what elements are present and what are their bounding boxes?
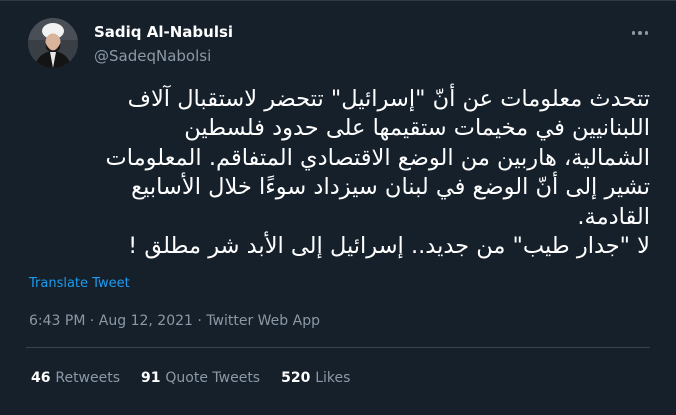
author-avatar[interactable] xyxy=(28,18,78,68)
tweet-text-line: تشير إلى أنّ الوضع في لبنان سيزداد سوءًا… xyxy=(131,174,650,201)
tweet-text-line: الشمالية، هاربين من الوضع الاقتصادي المت… xyxy=(105,144,650,171)
dot xyxy=(638,31,642,35)
likes-count: 520 xyxy=(281,370,316,386)
meta-separator: · xyxy=(197,313,207,329)
tweet-text-line: اللبنانيين في مخيمات ستقيمها على حدود فل… xyxy=(184,115,650,142)
retweets-label: Retweets xyxy=(55,370,121,386)
tweet-time[interactable]: 6:43 PM xyxy=(29,313,85,329)
retweets-stat[interactable]: 46 Retweets xyxy=(31,368,120,388)
tweet-card: Sadiq Al-Nabulsi @SadeqNabolsi تتحدث معل… xyxy=(0,0,676,415)
tweet-meta: 6:43 PM · Aug 12, 2021 · Twitter Web App xyxy=(29,311,320,331)
dot xyxy=(644,31,649,35)
tweet-stats: 46 Retweets 91 Quote Tweets 520 Likes xyxy=(31,368,371,388)
more-options-icon[interactable] xyxy=(630,23,650,43)
likes-stat[interactable]: 520 Likes xyxy=(281,368,350,388)
quote-tweets-stat[interactable]: 91 Quote Tweets xyxy=(141,368,260,388)
tweet-text-line: لا "جدار طيب" من جديد.. إسرائيل إلى الأب… xyxy=(128,233,650,260)
profile-photo-icon xyxy=(28,18,78,68)
quote-tweets-count: 91 xyxy=(141,370,166,386)
retweets-count: 46 xyxy=(31,370,56,386)
tweet-date[interactable]: Aug 12, 2021 xyxy=(99,313,193,329)
tweet-source[interactable]: Twitter Web App xyxy=(206,313,320,329)
translate-tweet-link[interactable]: Translate Tweet xyxy=(29,275,130,293)
tweet-text-line: القادمة. xyxy=(577,203,650,230)
tweet-text: تتحدث معلومات عن أنّ "إسرائيل" تتحضر لاس… xyxy=(26,85,650,261)
quote-tweets-label: Quote Tweets xyxy=(165,370,261,386)
likes-label: Likes xyxy=(315,370,351,386)
author-name[interactable]: Sadiq Al-Nabulsi xyxy=(94,22,233,42)
meta-separator: · xyxy=(89,313,99,329)
author-handle[interactable]: @SadeqNabolsi xyxy=(94,46,211,66)
dot xyxy=(631,31,636,35)
tweet-text-line: تتحدث معلومات عن أنّ "إسرائيل" تتحضر لاس… xyxy=(127,86,650,112)
divider xyxy=(26,347,650,348)
